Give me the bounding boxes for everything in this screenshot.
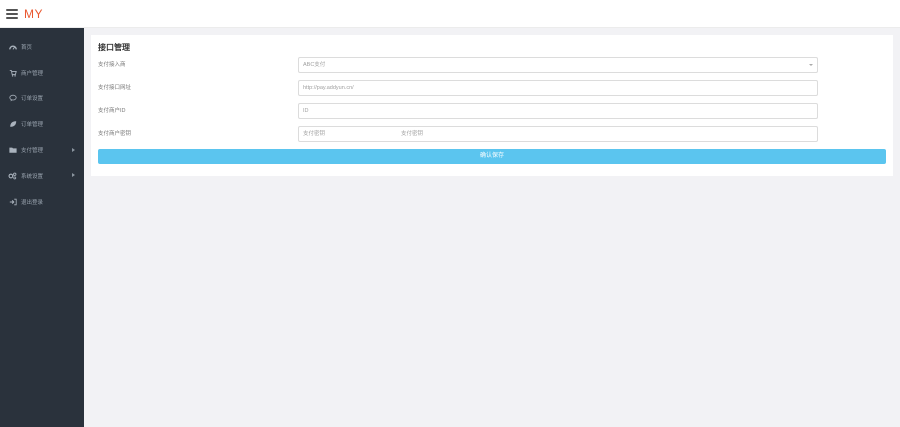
sidebar-item-payment[interactable]: 支付管理 — [0, 137, 84, 163]
page-title: 接口管理 — [98, 43, 130, 52]
field-label: 支付接口网址 — [98, 85, 132, 91]
merchant-key-field[interactable]: 支付密钥 支付密钥 — [298, 126, 818, 142]
payment-provider-select[interactable]: ABC支付 — [298, 57, 818, 73]
folder-icon — [8, 146, 17, 155]
sidebar-item-system-settings[interactable]: 系统设置 — [0, 163, 84, 189]
chat-icon — [8, 94, 17, 103]
sidebar-item-orders[interactable]: 订单管理 — [0, 111, 84, 137]
form-row-provider: 支付接入商 ABC支付 — [91, 57, 893, 74]
field-label: 支付商户ID — [98, 108, 126, 114]
sidebar-item-order-settings[interactable]: 订单设置 — [0, 86, 84, 112]
cart-icon — [8, 68, 17, 77]
chevron-down-icon — [809, 64, 813, 66]
chevron-right-icon — [72, 147, 75, 152]
sidebar-item-label: 退出登录 — [21, 199, 44, 206]
dashboard-icon — [8, 42, 17, 51]
form-row-api-url: 支付接口网址 http://pay.addyun.cn/ — [91, 80, 893, 97]
chevron-right-icon — [72, 173, 75, 178]
top-bar: MY — [0, 0, 900, 28]
sidebar-item-logout[interactable]: 退出登录 — [0, 189, 84, 215]
app-logo[interactable]: MY — [24, 7, 43, 21]
field-label: 支付接入商 — [98, 62, 126, 68]
sidebar-item-label: 订单设置 — [21, 96, 44, 103]
merchant-id-field[interactable]: ID — [298, 103, 818, 119]
field-label: 支付商户密钥 — [98, 131, 132, 137]
sidebar: 首页 商户管理 订单设置 订单管理 支付管理 系统设置 退出登录 — [0, 28, 84, 427]
sidebar-item-label: 支付管理 — [21, 148, 44, 155]
api-url-field[interactable]: http://pay.addyun.cn/ — [298, 80, 818, 96]
sidebar-item-merchants[interactable]: 商户管理 — [0, 60, 84, 86]
save-button[interactable]: 确认保存 — [98, 149, 886, 164]
logout-icon — [8, 197, 17, 206]
sidebar-item-home[interactable]: 首页 — [0, 34, 84, 60]
sidebar-item-label: 商户管理 — [21, 70, 44, 77]
cogs-icon — [8, 171, 17, 180]
sidebar-item-label: 系统设置 — [21, 173, 44, 180]
menu-toggle-icon[interactable] — [6, 8, 18, 19]
sidebar-item-label: 首页 — [21, 44, 33, 51]
form-row-merchant-key: 支付商户密钥 支付密钥 支付密钥 — [91, 126, 893, 143]
form-row-merchant-id: 支付商户ID ID — [91, 103, 893, 120]
sidebar-item-label: 订单管理 — [21, 122, 44, 129]
interface-settings-card: 接口管理 支付接入商 ABC支付 支付接口网址 http://pay.addyu… — [91, 35, 893, 176]
leaf-icon — [8, 120, 17, 129]
